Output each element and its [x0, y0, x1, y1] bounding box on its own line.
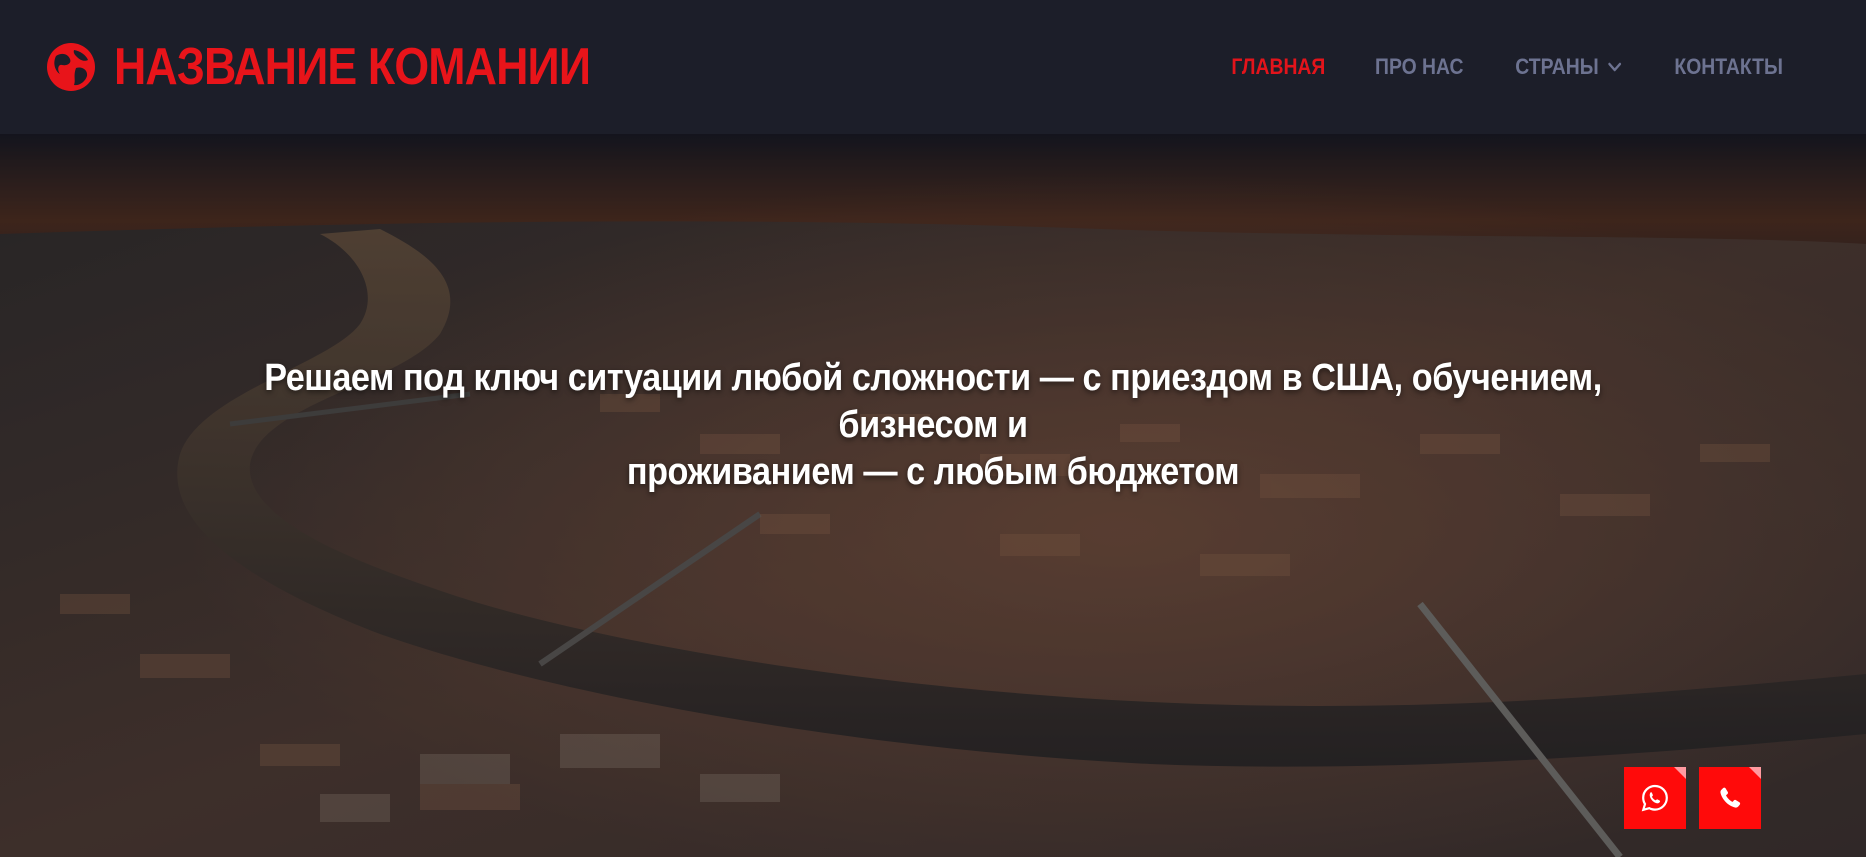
nav-item-label: КОНТАКТЫ	[1674, 54, 1783, 79]
page: НАЗВАНИЕ КОМАНИИ ГЛАВНАЯ ПРО НАС СТРАНЫ …	[0, 0, 1866, 857]
nav-item-contacts[interactable]: КОНТАКТЫ	[1674, 54, 1783, 80]
site-header: НАЗВАНИЕ КОМАНИИ ГЛАВНАЯ ПРО НАС СТРАНЫ …	[0, 0, 1866, 134]
nav-item-label: СТРАНЫ	[1515, 54, 1599, 79]
nav-item-about[interactable]: ПРО НАС	[1375, 54, 1463, 80]
whatsapp-icon	[1641, 784, 1668, 812]
phone-icon	[1720, 787, 1741, 808]
nav-item-label: ПРО НАС	[1375, 54, 1464, 79]
main-nav: ГЛАВНАЯ ПРО НАС СТРАНЫ КОНТАКТЫ	[1225, 54, 1790, 80]
nav-item-label: ГЛАВНАЯ	[1230, 54, 1325, 79]
nav-item-home[interactable]: ГЛАВНАЯ	[1231, 54, 1325, 80]
globe-icon	[47, 43, 95, 91]
hero: Решаем под ключ ситуации любой сложности…	[0, 134, 1866, 857]
nav-item-countries[interactable]: СТРАНЫ	[1515, 54, 1621, 80]
brand-name: НАЗВАНИЕ КОМАНИИ	[114, 38, 591, 96]
hero-title-line-2: проживанием — с любым бюджетом	[626, 451, 1240, 493]
brand[interactable]: НАЗВАНИЕ КОМАНИИ	[46, 41, 668, 93]
hero-title: Решаем под ключ ситуации любой сложности…	[228, 355, 1637, 496]
chevron-down-icon	[1607, 62, 1621, 72]
whatsapp-button[interactable]	[1624, 767, 1686, 829]
call-button[interactable]	[1699, 767, 1761, 829]
hero-title-line-1: Решаем под ключ ситуации любой сложности…	[264, 357, 1602, 446]
